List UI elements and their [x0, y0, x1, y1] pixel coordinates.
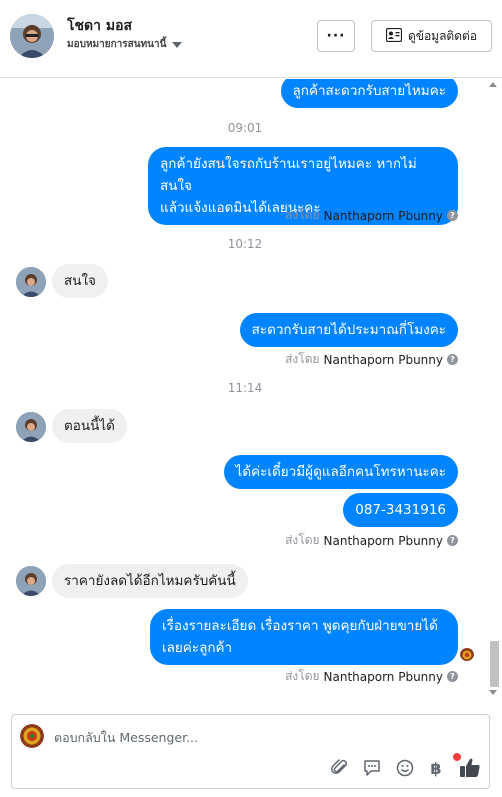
- seen-indicator-icon: [460, 647, 474, 661]
- outgoing-message[interactable]: ลูกค้าสะดวกรับสายไหมคะ: [280, 79, 458, 108]
- contact-avatar-small[interactable]: [16, 267, 46, 297]
- sent-by-prefix: ส่งโดย: [285, 352, 320, 366]
- chevron-down-icon: [172, 41, 183, 48]
- message-text: 087-3431916: [355, 502, 446, 518]
- timestamp: 10:12: [227, 237, 263, 251]
- sent-by-label: ส่งโดย Nanthaporn Pbunny ?: [285, 206, 458, 225]
- sent-by-label: ส่งโดย Nanthaporn Pbunny ?: [285, 350, 458, 369]
- outgoing-message[interactable]: 087-3431916: [343, 493, 458, 527]
- sent-by-prefix: ส่งโดย: [285, 208, 320, 222]
- message-text: ราคายังลดได้อีกไหมครับคันนี้: [64, 573, 236, 589]
- contact-avatar-small[interactable]: [16, 566, 46, 596]
- incoming-message[interactable]: สนใจ: [52, 264, 108, 298]
- sender-name: Nanthaporn Pbunny: [323, 533, 443, 548]
- emoji-icon[interactable]: [394, 757, 416, 779]
- contact-card-icon: [385, 27, 403, 45]
- help-icon[interactable]: ?: [447, 354, 458, 365]
- scroll-up-arrow-icon[interactable]: [489, 82, 497, 87]
- paperclip-icon[interactable]: [329, 757, 351, 779]
- scrollbar-thumb[interactable]: [490, 641, 499, 687]
- more-options-button[interactable]: ···: [317, 20, 355, 52]
- contact-avatar[interactable]: [10, 14, 54, 58]
- incoming-message[interactable]: ราคายังลดได้อีกไหมครับคันนี้: [52, 564, 248, 598]
- sent-by-label: ส่งโดย Nanthaporn Pbunny ?: [285, 531, 458, 550]
- conversation-header: โชดา มอส มอบหมายการสนทนานี้ ··· ดูข้อมูล…: [0, 0, 502, 78]
- reply-composer: ฿: [11, 714, 490, 789]
- scroll-down-arrow-icon[interactable]: [489, 690, 497, 695]
- sent-by-prefix: ส่งโดย: [285, 669, 320, 683]
- message-text-line: เลยค่ะลูกค้า: [162, 640, 233, 656]
- assign-conversation-dropdown[interactable]: มอบหมายการสนทนานี้: [67, 37, 183, 52]
- sent-by-prefix: ส่งโดย: [285, 533, 320, 547]
- help-icon[interactable]: ?: [447, 671, 458, 682]
- contact-info-label: ดูข้อมูลติดต่อ: [407, 28, 478, 43]
- contact-name[interactable]: โชดา มอส: [67, 15, 132, 37]
- timestamp: 09:01: [227, 121, 263, 135]
- saved-reply-icon[interactable]: [361, 757, 383, 779]
- message-text: สะดวกรับสายได้ประมาณกี่โมงคะ: [251, 322, 446, 338]
- sent-by-label: ส่งโดย Nanthaporn Pbunny ?: [285, 667, 458, 686]
- message-text-line: เรื่องรายละเอียด เรื่องราคา พูดคุยกับฝ่า…: [162, 618, 438, 634]
- message-text: ได้ค่ะเดี๋ยวมีผู้ดูแลอีกคนโทรหานะคะ: [235, 464, 446, 480]
- outgoing-message[interactable]: สะดวกรับสายได้ประมาณกี่โมงคะ: [239, 313, 458, 347]
- message-text: สนใจ: [64, 273, 96, 289]
- sender-name: Nanthaporn Pbunny: [323, 208, 443, 223]
- message-text: ตอนนี้ได้: [64, 418, 115, 434]
- more-label: ···: [326, 28, 346, 44]
- assign-label: มอบหมายการสนทนานี้: [67, 39, 167, 50]
- sender-name: Nanthaporn Pbunny: [323, 669, 443, 684]
- view-contact-info-button[interactable]: ดูข้อมูลติดต่อ: [371, 20, 492, 52]
- page-logo: [20, 724, 44, 748]
- timestamp: 11:14: [227, 381, 263, 395]
- baht-icon[interactable]: ฿: [425, 757, 447, 779]
- baht-symbol: ฿: [430, 758, 442, 778]
- outgoing-message[interactable]: ได้ค่ะเดี๋ยวมีผู้ดูแลอีกคนโทรหานะคะ: [223, 455, 458, 489]
- help-icon[interactable]: ?: [447, 210, 458, 221]
- message-text: ลูกค้าสะดวกรับสายไหมคะ: [292, 83, 447, 99]
- message-thread[interactable]: ลูกค้าสะดวกรับสายไหมคะ 09:01 ลูกค้ายังสน…: [0, 79, 502, 704]
- outgoing-message[interactable]: เรื่องรายละเอียด เรื่องราคา พูดคุยกับฝ่า…: [150, 609, 458, 665]
- sender-name: Nanthaporn Pbunny: [323, 352, 443, 367]
- contact-avatar-small[interactable]: [16, 412, 46, 442]
- thumbs-up-icon[interactable]: [458, 756, 482, 780]
- message-text-line: ลูกค้ายังสนใจรถกับร้านเราอยู่ไหมคะ หากไม…: [160, 156, 417, 194]
- reply-input[interactable]: [54, 725, 354, 749]
- thread-scrollbar[interactable]: [488, 79, 500, 704]
- help-icon[interactable]: ?: [447, 535, 458, 546]
- incoming-message[interactable]: ตอนนี้ได้: [52, 409, 127, 443]
